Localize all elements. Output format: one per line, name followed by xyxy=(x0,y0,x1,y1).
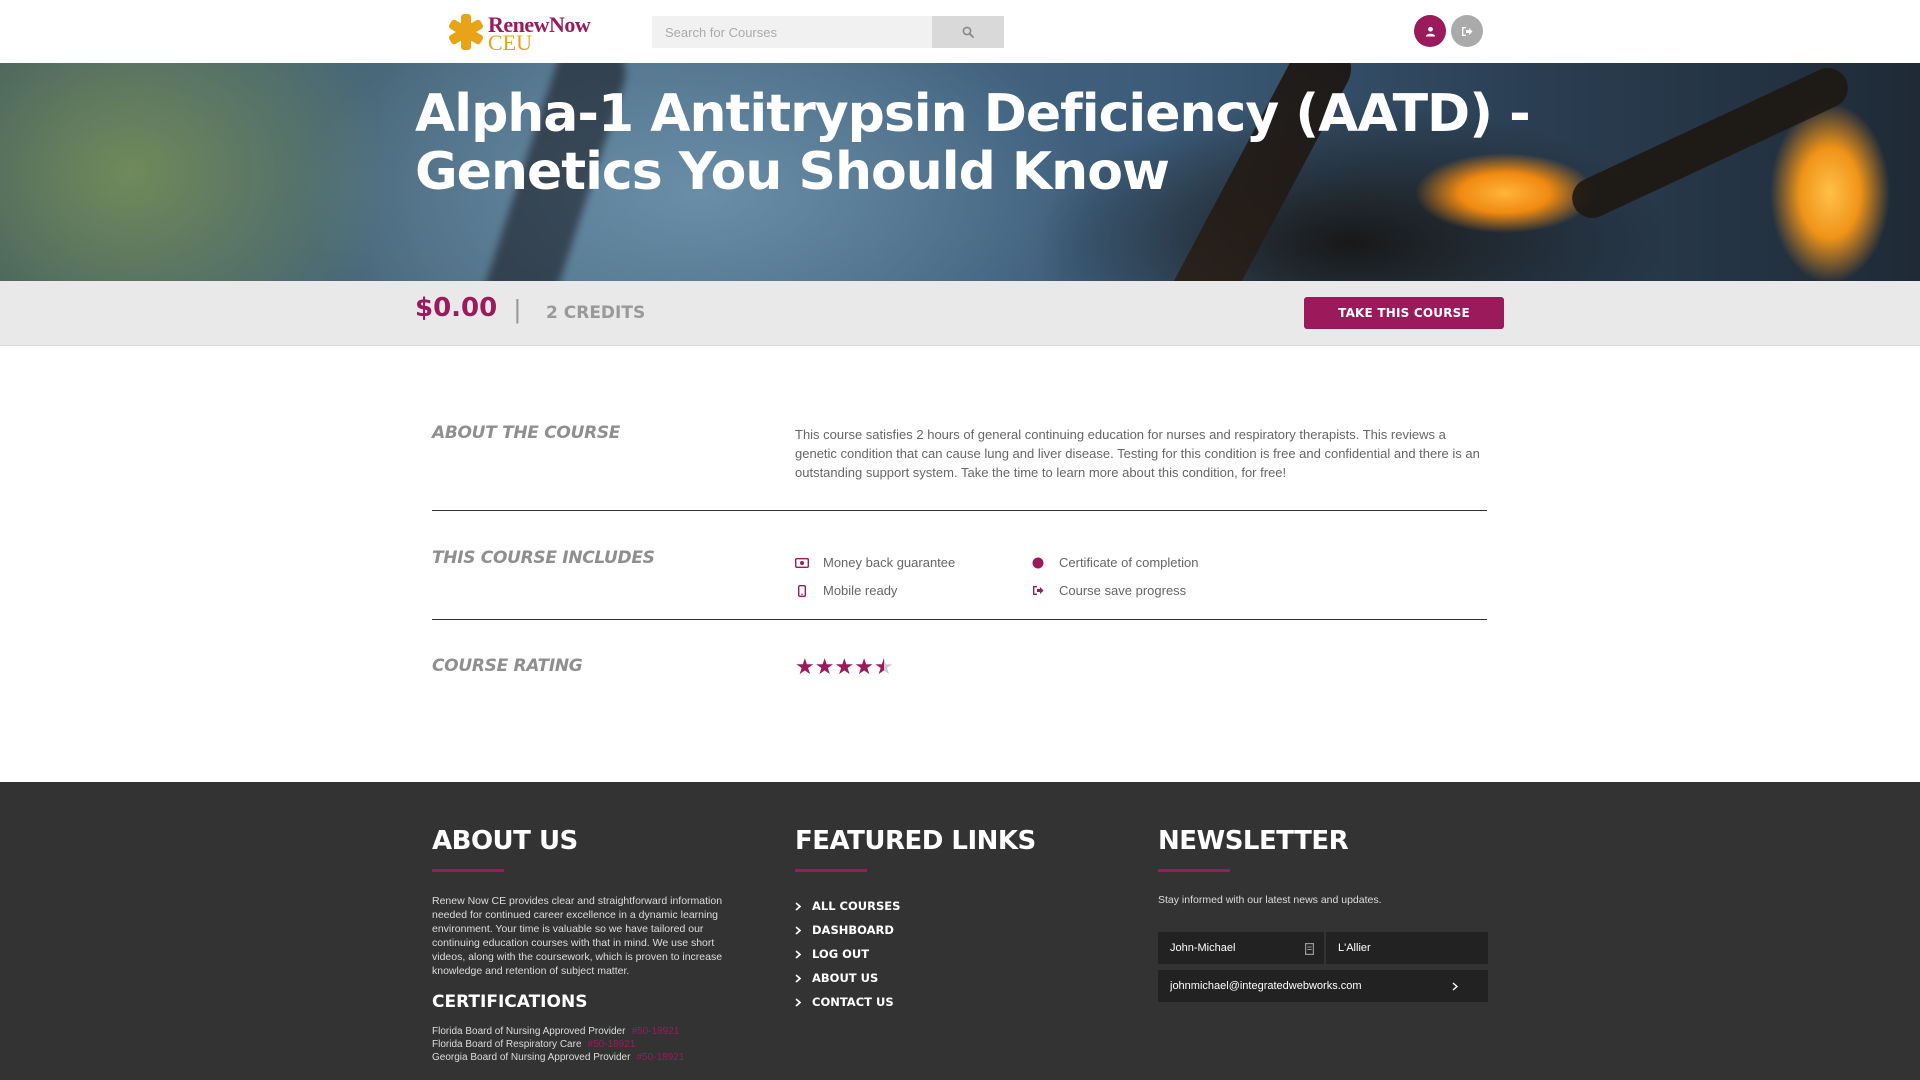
include-item-label: Money back guarantee xyxy=(823,555,956,570)
star-full-icon: ★ xyxy=(814,654,835,679)
star-full-icon: ★ xyxy=(834,654,855,679)
contact-card-icon xyxy=(1305,942,1315,960)
course-hero-banner: Alpha-1 Antitrypsin Deficiency (AATD) - … xyxy=(0,63,1920,281)
course-title: Alpha-1 Antitrypsin Deficiency (AATD) - … xyxy=(415,84,1531,202)
include-item: Money back guarantee xyxy=(795,555,955,570)
footer-about-text: Renew Now CE provides clear and straight… xyxy=(432,895,723,977)
search-input[interactable] xyxy=(652,16,932,48)
footer-link-label: ALL COURSES xyxy=(812,899,901,913)
heading-underline xyxy=(432,869,504,872)
footer-link-all-courses[interactable]: ALL COURSES xyxy=(795,899,900,913)
course-credits: 2 CREDITS xyxy=(546,303,646,323)
site-logo[interactable]: RenewNow CEU xyxy=(446,10,596,55)
section-divider xyxy=(432,510,1487,511)
footer-link-label: LOG OUT xyxy=(812,947,870,961)
user-icon xyxy=(1425,26,1435,37)
featured-links-heading: FEATURED LINKS xyxy=(795,826,1036,856)
certification-item: Georgia Board of Nursing Approved Provid… xyxy=(432,1052,684,1063)
certification-number: #50-18921 xyxy=(587,1039,636,1050)
chevron-right-icon xyxy=(1452,981,1458,991)
certification-item: Florida Board of Nursing Approved Provid… xyxy=(432,1026,679,1037)
course-includes-heading: THIS COURSE INCLUDES xyxy=(432,548,655,568)
course-price: $0.00 xyxy=(415,293,498,323)
chevron-right-icon xyxy=(795,949,807,959)
certifications-heading: CERTIFICATIONS xyxy=(432,992,588,1012)
heading-underline xyxy=(1158,869,1230,872)
include-item: Mobile ready xyxy=(795,583,897,598)
save-progress-icon xyxy=(1031,584,1045,598)
email-field[interactable] xyxy=(1158,970,1488,1002)
chevron-right-icon xyxy=(795,925,807,935)
certification-number: #50-18921 xyxy=(631,1026,680,1037)
money-icon xyxy=(795,556,809,570)
chevron-right-icon xyxy=(795,997,807,1007)
footer-link-dashboard[interactable]: DASHBOARD xyxy=(795,923,894,937)
search-button[interactable] xyxy=(932,16,1004,48)
course-price-bar: $0.00 | 2 CREDITS TAKE THIS COURSE xyxy=(0,281,1920,346)
heading-underline xyxy=(795,869,867,872)
star-full-icon: ★ xyxy=(854,654,874,679)
take-course-button[interactable]: TAKE THIS COURSE xyxy=(1304,297,1504,329)
price-separator: | xyxy=(514,294,521,324)
star-rating: ★ ★ ★ ★ ★ xyxy=(795,656,894,678)
about-course-text: This course satisfies 2 hours of general… xyxy=(795,427,1480,480)
certification-item: Florida Board of Respiratory Care #50-189… xyxy=(432,1039,635,1050)
footer-link-label: ABOUT US xyxy=(812,971,879,985)
footer-about-heading: ABOUT US xyxy=(432,826,578,856)
certification-label: Georgia Board of Nursing Approved Provid… xyxy=(432,1052,631,1063)
site-footer: ABOUT US Renew Now CE provides clear and… xyxy=(0,782,1920,1080)
sign-out-icon xyxy=(1462,26,1473,36)
footer-link-log-out[interactable]: LOG OUT xyxy=(795,947,869,961)
section-divider xyxy=(432,619,1487,620)
account-button[interactable] xyxy=(1414,15,1446,47)
search-bar xyxy=(652,16,1004,48)
certificate-icon xyxy=(1031,556,1045,570)
mobile-icon xyxy=(795,584,809,598)
include-item-label: Course save progress xyxy=(1059,583,1187,598)
footer-link-label: DASHBOARD xyxy=(812,923,894,937)
site-header: RenewNow CEU xyxy=(0,0,1920,63)
footer-link-about-us[interactable]: ABOUT US xyxy=(795,971,878,985)
first-name-field[interactable] xyxy=(1158,932,1324,964)
certification-label: Florida Board of Nursing Approved Provid… xyxy=(432,1026,626,1037)
logout-button[interactable] xyxy=(1451,15,1483,47)
footer-link-label: CONTACT US xyxy=(812,995,894,1009)
include-item: Course save progress xyxy=(1031,583,1186,598)
newsletter-text: Stay informed with our latest news and u… xyxy=(1158,894,1382,906)
newsletter-heading: NEWSLETTER xyxy=(1158,826,1349,856)
logo-text-secondary: CEU xyxy=(488,30,532,55)
include-item-label: Mobile ready xyxy=(823,583,898,598)
include-item: Certificate of completion xyxy=(1031,555,1198,570)
certification-number: #50-18921 xyxy=(636,1052,685,1063)
chevron-right-icon xyxy=(795,901,807,911)
chevron-right-icon xyxy=(795,973,807,983)
course-rating-heading: COURSE RATING xyxy=(432,656,583,676)
certification-label: Florida Board of Respiratory Care xyxy=(432,1039,582,1050)
logo-star-icon xyxy=(449,14,483,50)
about-course-heading: ABOUT THE COURSE xyxy=(432,423,621,443)
star-half-icon: ★ xyxy=(873,654,894,679)
include-item-label: Certificate of completion xyxy=(1059,555,1199,570)
footer-link-contact-us[interactable]: CONTACT US xyxy=(795,995,894,1009)
search-icon xyxy=(962,26,974,38)
hero-background-shape xyxy=(1565,63,1855,225)
star-full-icon: ★ xyxy=(795,654,815,679)
last-name-field[interactable] xyxy=(1326,932,1488,964)
newsletter-submit-button[interactable] xyxy=(1440,970,1470,1002)
